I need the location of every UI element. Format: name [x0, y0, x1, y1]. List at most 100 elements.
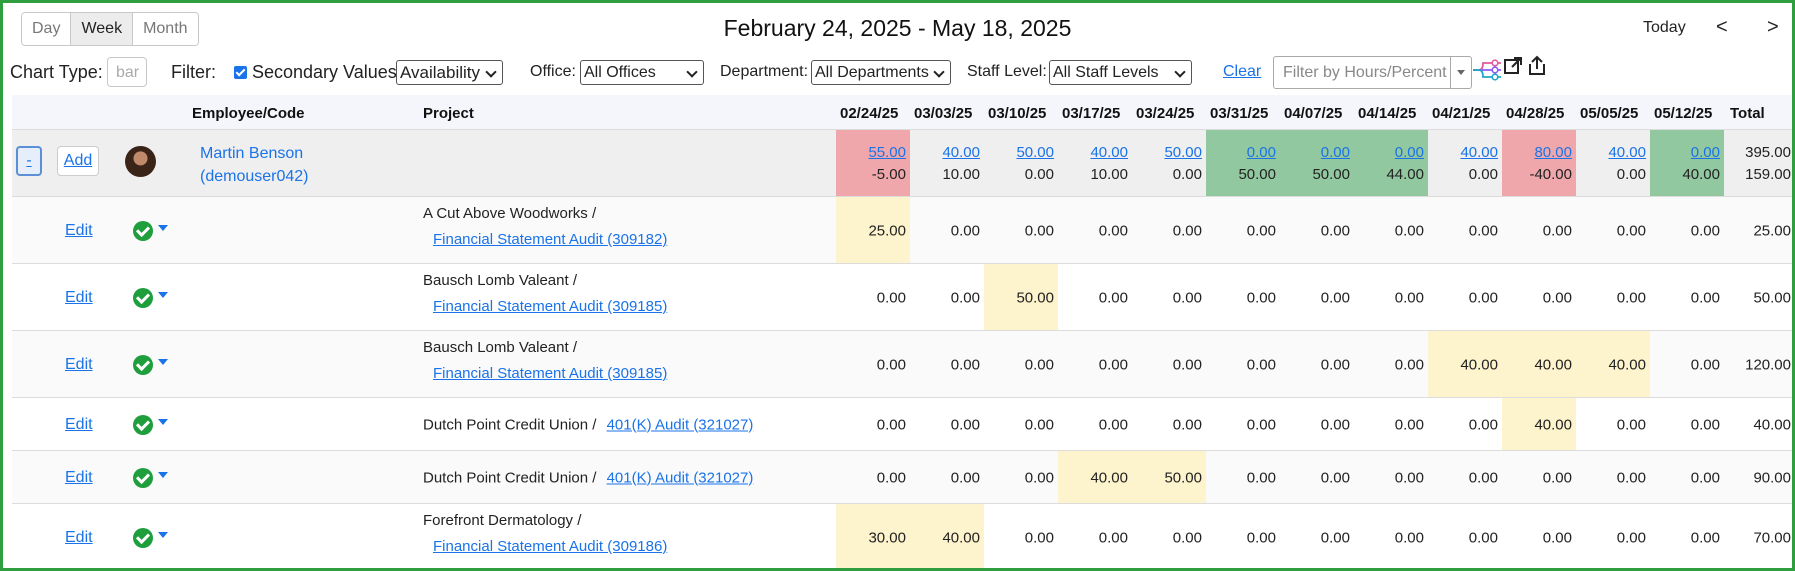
- check-circle-icon[interactable]: [133, 527, 153, 548]
- week-hours-cell[interactable]: 0.00: [984, 504, 1058, 568]
- week-hours-cell[interactable]: 0.00: [1354, 504, 1428, 568]
- week-hours-cell[interactable]: 0.00: [1132, 197, 1206, 264]
- week-hours-cell[interactable]: 0.00: [1206, 264, 1280, 331]
- check-circle-icon[interactable]: [133, 354, 153, 375]
- week-hours-cell[interactable]: 0.00: [1576, 504, 1650, 568]
- week-hours-cell[interactable]: 0.00: [910, 264, 984, 331]
- check-circle-icon[interactable]: [133, 414, 153, 435]
- edit-assignment-link[interactable]: Edit: [65, 289, 93, 307]
- check-circle-icon[interactable]: [133, 467, 153, 488]
- add-assignment-button[interactable]: Add: [57, 146, 99, 176]
- week-hours-cell[interactable]: 0.00: [836, 398, 910, 451]
- week-hours-cell[interactable]: 0.00: [1502, 504, 1576, 568]
- employee-hours-link[interactable]: 0.00: [1312, 142, 1350, 164]
- project-link[interactable]: 401(K) Audit (321027): [607, 469, 754, 486]
- employee-hours-link[interactable]: 0.00: [1682, 142, 1720, 164]
- prev-period-button[interactable]: <: [1716, 16, 1728, 39]
- week-hours-cell[interactable]: 0.00: [1650, 264, 1724, 331]
- project-link[interactable]: Financial Statement Audit (309182): [433, 231, 667, 248]
- week-hours-cell[interactable]: 0.00: [1206, 451, 1280, 504]
- week-hours-cell[interactable]: 0.00: [984, 398, 1058, 451]
- week-hours-cell[interactable]: 0.00: [1058, 504, 1132, 568]
- week-hours-cell[interactable]: 0.00: [1280, 197, 1354, 264]
- week-hours-cell[interactable]: 0.00: [1428, 504, 1502, 568]
- employee-hours-link[interactable]: 55.00: [868, 142, 906, 164]
- week-hours-cell[interactable]: 40.00: [910, 504, 984, 568]
- week-hours-cell[interactable]: 0.00: [1428, 451, 1502, 504]
- week-hours-cell[interactable]: 0.00: [1428, 264, 1502, 331]
- project-link[interactable]: Financial Statement Audit (309185): [433, 298, 667, 315]
- week-hours-cell[interactable]: 0.00: [1132, 264, 1206, 331]
- secondary-values-toggle[interactable]: Secondary Values: [234, 55, 397, 89]
- edit-assignment-link[interactable]: Edit: [65, 469, 93, 487]
- week-hours-cell[interactable]: 0.00: [1354, 451, 1428, 504]
- week-hours-cell[interactable]: 0.00: [1576, 264, 1650, 331]
- week-hours-cell[interactable]: 0.00: [984, 331, 1058, 398]
- week-hours-cell[interactable]: 0.00: [1206, 504, 1280, 568]
- employee-name-link[interactable]: Martin Benson (demouser042): [200, 142, 309, 188]
- week-hours-cell[interactable]: 0.00: [1354, 331, 1428, 398]
- week-hours-cell[interactable]: 0.00: [1058, 264, 1132, 331]
- chart-type-input[interactable]: bar: [107, 57, 147, 87]
- employee-hours-link[interactable]: 80.00: [1529, 142, 1572, 164]
- week-hours-cell[interactable]: 0.00: [1354, 197, 1428, 264]
- filter-lines-icon[interactable]: [1473, 57, 1501, 83]
- week-hours-cell[interactable]: 50.00: [984, 264, 1058, 331]
- week-hours-cell[interactable]: 0.00: [984, 197, 1058, 264]
- employee-hours-link[interactable]: 0.00: [1386, 142, 1424, 164]
- week-hours-cell[interactable]: 0.00: [1132, 331, 1206, 398]
- week-hours-cell[interactable]: 0.00: [910, 451, 984, 504]
- week-hours-cell[interactable]: 0.00: [1502, 451, 1576, 504]
- week-hours-cell[interactable]: 0.00: [1058, 331, 1132, 398]
- check-circle-icon[interactable]: [133, 220, 153, 241]
- week-hours-cell[interactable]: 30.00: [836, 504, 910, 568]
- department-select[interactable]: All Departments: [811, 59, 951, 85]
- hours-percent-filter[interactable]: Filter by Hours/Percent: [1273, 56, 1472, 89]
- week-hours-cell[interactable]: 0.00: [1650, 451, 1724, 504]
- collapse-employee-button[interactable]: -: [16, 146, 42, 176]
- week-hours-cell[interactable]: 0.00: [910, 197, 984, 264]
- week-hours-cell[interactable]: 0.00: [1576, 197, 1650, 264]
- share-icon[interactable]: [1527, 55, 1547, 77]
- employee-hours-link[interactable]: 40.00: [1460, 142, 1498, 164]
- week-hours-cell[interactable]: 40.00: [1502, 331, 1576, 398]
- caret-down-icon[interactable]: [158, 358, 168, 365]
- week-hours-cell[interactable]: 40.00: [1502, 398, 1576, 451]
- project-link[interactable]: Financial Statement Audit (309185): [433, 365, 667, 382]
- caret-down-icon[interactable]: [158, 531, 168, 538]
- week-hours-cell[interactable]: 40.00: [1428, 331, 1502, 398]
- week-hours-cell[interactable]: 0.00: [836, 264, 910, 331]
- caret-down-icon[interactable]: [158, 418, 168, 425]
- staff-level-select[interactable]: All Staff Levels: [1049, 59, 1192, 85]
- employee-hours-link[interactable]: 40.00: [1608, 142, 1646, 164]
- week-hours-cell[interactable]: 0.00: [1206, 398, 1280, 451]
- week-hours-cell[interactable]: 0.00: [1576, 398, 1650, 451]
- week-hours-cell[interactable]: 0.00: [1428, 197, 1502, 264]
- edit-assignment-link[interactable]: Edit: [65, 416, 93, 434]
- employee-hours-link[interactable]: 40.00: [1090, 142, 1128, 164]
- week-hours-cell[interactable]: 0.00: [984, 451, 1058, 504]
- week-hours-cell[interactable]: 0.00: [1650, 331, 1724, 398]
- week-hours-cell[interactable]: 0.00: [836, 451, 910, 504]
- week-hours-cell[interactable]: 0.00: [910, 331, 984, 398]
- secondary-values-checkbox[interactable]: [234, 65, 247, 79]
- today-button[interactable]: Today: [1643, 19, 1686, 37]
- employee-hours-link[interactable]: 0.00: [1238, 142, 1276, 164]
- clear-filters-link[interactable]: Clear: [1223, 63, 1261, 81]
- week-hours-cell[interactable]: 0.00: [1354, 264, 1428, 331]
- secondary-values-select[interactable]: Availability: [396, 59, 504, 85]
- week-hours-cell[interactable]: 0.00: [1132, 398, 1206, 451]
- week-hours-cell[interactable]: 25.00: [836, 197, 910, 264]
- week-hours-cell[interactable]: 40.00: [1058, 451, 1132, 504]
- edit-assignment-link[interactable]: Edit: [65, 356, 93, 374]
- week-hours-cell[interactable]: 0.00: [1650, 398, 1724, 451]
- week-hours-cell[interactable]: 0.00: [1428, 398, 1502, 451]
- week-hours-cell[interactable]: 0.00: [910, 398, 984, 451]
- project-link[interactable]: 401(K) Audit (321027): [607, 416, 754, 433]
- week-hours-cell[interactable]: 0.00: [1058, 197, 1132, 264]
- edit-assignment-link[interactable]: Edit: [65, 222, 93, 240]
- employee-hours-link[interactable]: 50.00: [1016, 142, 1054, 164]
- office-select[interactable]: All Offices: [580, 59, 704, 85]
- week-hours-cell[interactable]: 0.00: [1502, 264, 1576, 331]
- week-hours-cell[interactable]: 0.00: [1206, 331, 1280, 398]
